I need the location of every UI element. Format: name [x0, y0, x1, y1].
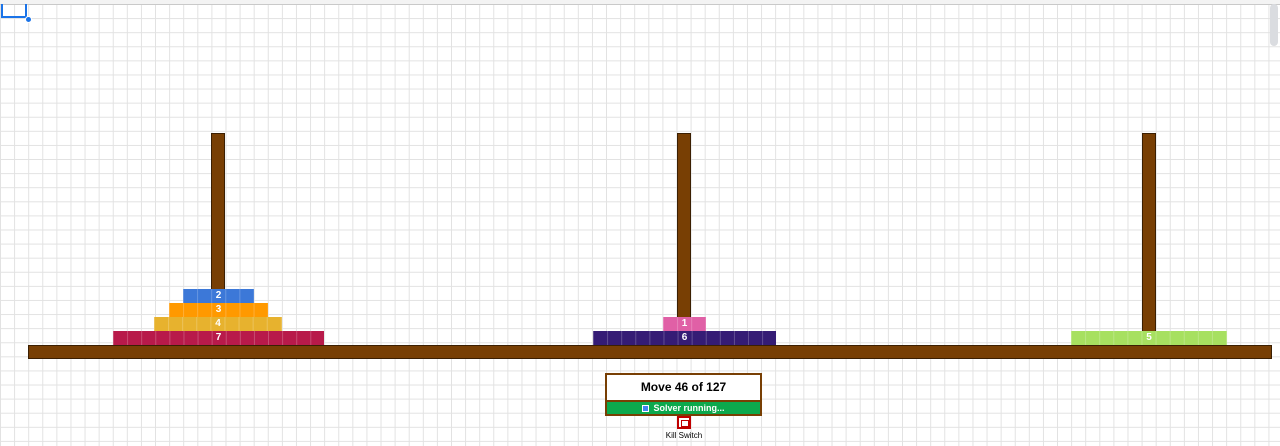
refresh-icon — [642, 405, 650, 412]
disk-6: 6 — [593, 331, 776, 345]
peg-center — [677, 133, 691, 345]
selected-cell[interactable] — [1, 4, 27, 18]
move-counter: Move 46 of 127 — [605, 373, 762, 402]
disk-2: 2 — [183, 289, 254, 303]
spreadsheet-column-header[interactable] — [0, 0, 1280, 5]
checkbox-icon — [681, 420, 689, 427]
solver-status-text: Solver running... — [653, 403, 725, 413]
tower-base — [28, 345, 1272, 359]
kill-switch-checkbox[interactable] — [677, 416, 691, 429]
solver-status-bar: Solver running... — [605, 402, 762, 416]
disk-4: 4 — [154, 317, 282, 331]
peg-right — [1142, 133, 1156, 345]
disk-5: 5 — [1071, 331, 1227, 345]
vertical-scrollbar[interactable] — [1270, 4, 1278, 46]
disk-3: 3 — [169, 303, 268, 317]
disk-1: 1 — [663, 317, 706, 331]
fill-handle[interactable] — [25, 16, 32, 23]
kill-switch-label: Kill Switch — [665, 431, 703, 440]
disk-7: 7 — [113, 331, 324, 345]
